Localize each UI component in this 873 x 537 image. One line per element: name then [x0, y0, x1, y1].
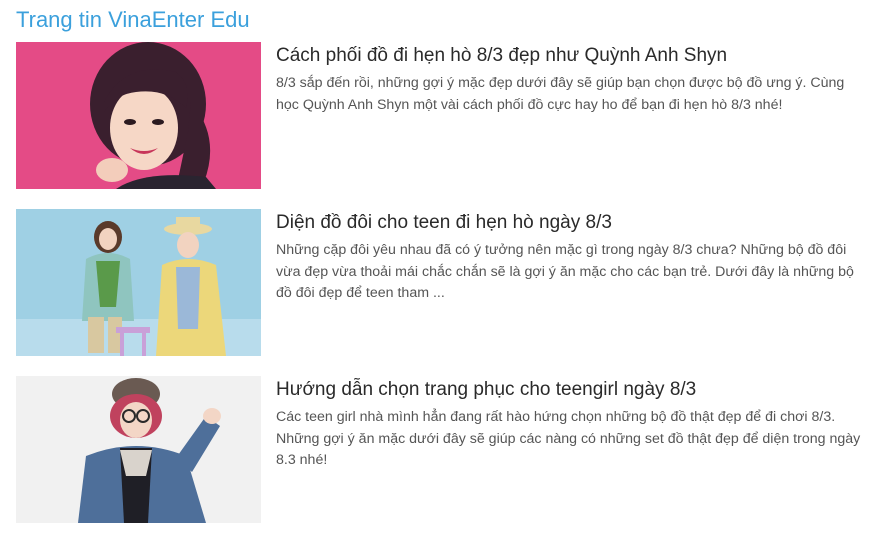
article-title-link[interactable]: Cách phối đồ đi hẹn hò 8/3 đẹp như Quỳnh…: [276, 43, 866, 69]
article-title-link[interactable]: Diện đồ đôi cho teen đi hẹn hò ngày 8/3: [276, 210, 866, 236]
article-item: Diện đồ đôi cho teen đi hẹn hò ngày 8/3 …: [16, 209, 861, 356]
article-title-link[interactable]: Hướng dẫn chọn trang phục cho teengirl n…: [276, 377, 866, 403]
news-page: Trang tin VinaEnter Edu Cách phối đồ đi …: [0, 0, 873, 537]
article-excerpt: Các teen girl nhà mình hẳn đang rất hào …: [276, 409, 861, 468]
article-item: Hướng dẫn chọn trang phục cho teengirl n…: [16, 376, 861, 523]
article-excerpt: Những cặp đôi yêu nhau đã có ý tưởng nên…: [276, 242, 854, 301]
article-thumbnail[interactable]: [16, 376, 261, 523]
article-thumbnail[interactable]: [16, 209, 261, 356]
article-item: Cách phối đồ đi hẹn hò 8/3 đẹp như Quỳnh…: [16, 42, 861, 189]
article-thumbnail[interactable]: [16, 42, 261, 189]
article-excerpt: 8/3 sắp đến rồi, những gợi ý mặc đẹp dướ…: [276, 75, 845, 113]
section-title: Trang tin VinaEnter Edu: [16, 7, 250, 32]
